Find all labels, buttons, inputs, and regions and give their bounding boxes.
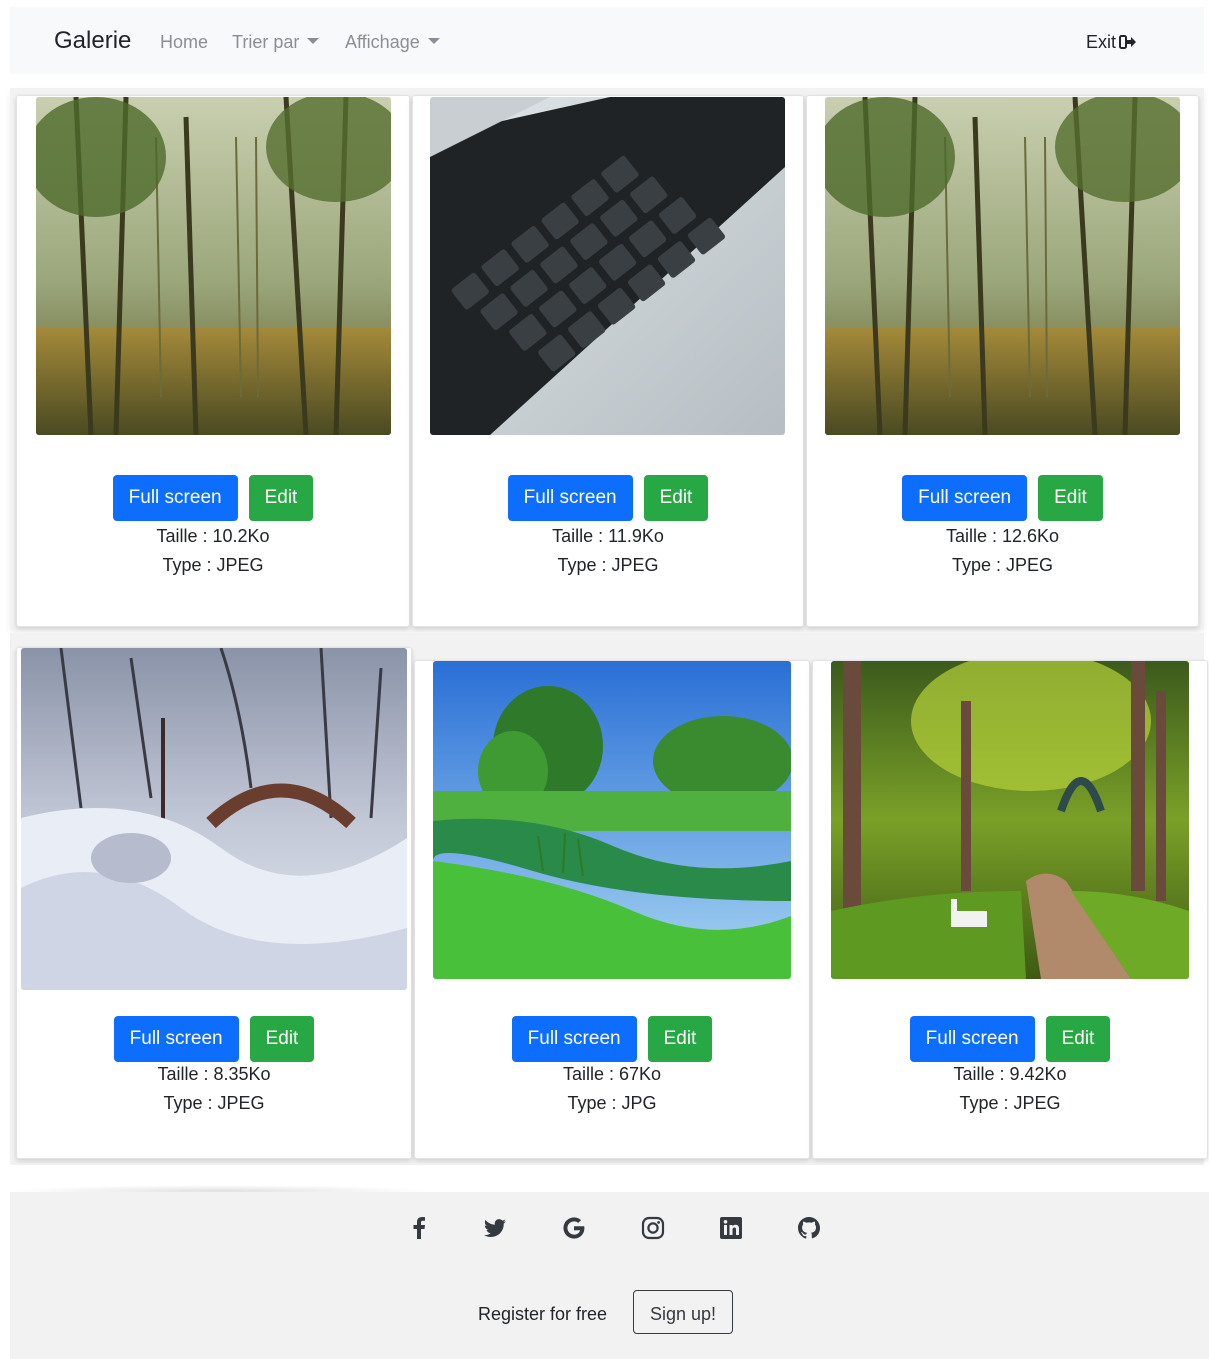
river-landscape-photo[interactable] — [433, 661, 791, 979]
image-info: Taille : 11.9Ko Type : JPEG — [413, 522, 803, 580]
image-size: Taille : 9.42Ko — [953, 1064, 1067, 1084]
chevron-down-icon — [427, 38, 440, 44]
nav-sort-label: Trier par — [232, 32, 300, 52]
nav-display-label: Affichage — [345, 32, 420, 52]
image-type: Type : JPEG — [557, 555, 659, 575]
facebook-icon[interactable] — [405, 1214, 433, 1242]
full-screen-button[interactable]: Full screen — [113, 1016, 239, 1062]
keyboard-photo[interactable] — [430, 97, 785, 435]
image-type: Type : JPEG — [951, 555, 1054, 575]
gallery-card: Full screen Edit Taille : 10.2Ko Type : … — [16, 95, 410, 627]
gallery-card: Full screen Edit Taille : 11.9Ko Type : … — [412, 95, 804, 627]
image-size: Taille : 67Ko — [562, 1064, 662, 1084]
image-size: Taille : 10.2Ko — [156, 526, 270, 546]
register-text: Register for free — [478, 1304, 608, 1324]
park-path-photo[interactable] — [831, 661, 1189, 979]
sign-out-icon — [1119, 34, 1137, 55]
image-size: Taille : 8.35Ko — [157, 1064, 271, 1084]
footer: Register for free Sign up! — [10, 1192, 1209, 1359]
full-screen-button[interactable]: Full screen — [112, 475, 238, 521]
image-type: Type : JPEG — [162, 555, 264, 575]
image-type: Type : JPG — [567, 1093, 657, 1113]
edit-button[interactable]: Edit — [647, 1016, 713, 1062]
image-info: Taille : 8.35Ko Type : JPEG — [17, 1060, 411, 1118]
edit-button[interactable]: Edit — [1038, 475, 1103, 521]
image-info: Taille : 10.2Ko Type : JPEG — [17, 522, 409, 580]
gallery-card: Full screen Edit Taille : 9.42Ko Type : … — [812, 660, 1208, 1159]
full-screen-button[interactable]: Full screen — [902, 475, 1028, 521]
image-info: Taille : 9.42Ko Type : JPEG — [813, 1060, 1207, 1118]
gallery-card: Full screen Edit Taille : 12.6Ko Type : … — [806, 95, 1199, 627]
linkedin-icon[interactable] — [717, 1214, 745, 1242]
exit-link[interactable]: Exit — [1086, 32, 1137, 55]
nav-sort-dropdown[interactable]: Trier par — [232, 32, 320, 53]
full-screen-button[interactable]: Full screen — [507, 475, 633, 521]
google-icon[interactable] — [560, 1214, 588, 1242]
navbar: Galerie Home Trier par Affichage Exit — [10, 7, 1204, 74]
twitter-icon[interactable] — [481, 1214, 509, 1242]
forest-photo[interactable] — [36, 97, 391, 435]
github-icon[interactable] — [795, 1214, 823, 1242]
sign-up-button[interactable]: Sign up! — [633, 1290, 733, 1334]
edit-button[interactable]: Edit — [643, 475, 709, 521]
snow-bridge-photo[interactable] — [21, 648, 407, 990]
chevron-down-icon — [307, 38, 320, 44]
nav-display-dropdown[interactable]: Affichage — [345, 32, 440, 53]
gallery-row-2: Full screen Edit Taille : 8.35Ko Type : … — [10, 633, 1208, 1165]
edit-button[interactable]: Edit — [1045, 1016, 1111, 1062]
forest-photo[interactable] — [825, 97, 1180, 435]
instagram-icon[interactable] — [639, 1214, 667, 1242]
image-size: Taille : 11.9Ko — [552, 526, 664, 546]
brand-title[interactable]: Galerie — [54, 27, 131, 55]
gallery-card: Full screen Edit Taille : 67Ko Type : JP… — [414, 660, 810, 1159]
image-info: Taille : 12.6Ko Type : JPEG — [807, 522, 1198, 580]
edit-button[interactable]: Edit — [249, 1016, 315, 1062]
image-info: Taille : 67Ko Type : JPG — [415, 1060, 809, 1118]
nav-home[interactable]: Home — [160, 32, 208, 53]
full-screen-button[interactable]: Full screen — [909, 1016, 1035, 1062]
full-screen-button[interactable]: Full screen — [511, 1016, 637, 1062]
edit-button[interactable]: Edit — [248, 475, 314, 521]
gallery-row-1: Full screen Edit Taille : 10.2Ko Type : … — [10, 88, 1204, 630]
image-type: Type : JPEG — [959, 1093, 1061, 1113]
gallery-card: Full screen Edit Taille : 8.35Ko Type : … — [16, 647, 412, 1159]
image-type: Type : JPEG — [163, 1093, 265, 1113]
exit-label: Exit — [1086, 32, 1117, 52]
image-size: Taille : 12.6Ko — [945, 526, 1060, 546]
